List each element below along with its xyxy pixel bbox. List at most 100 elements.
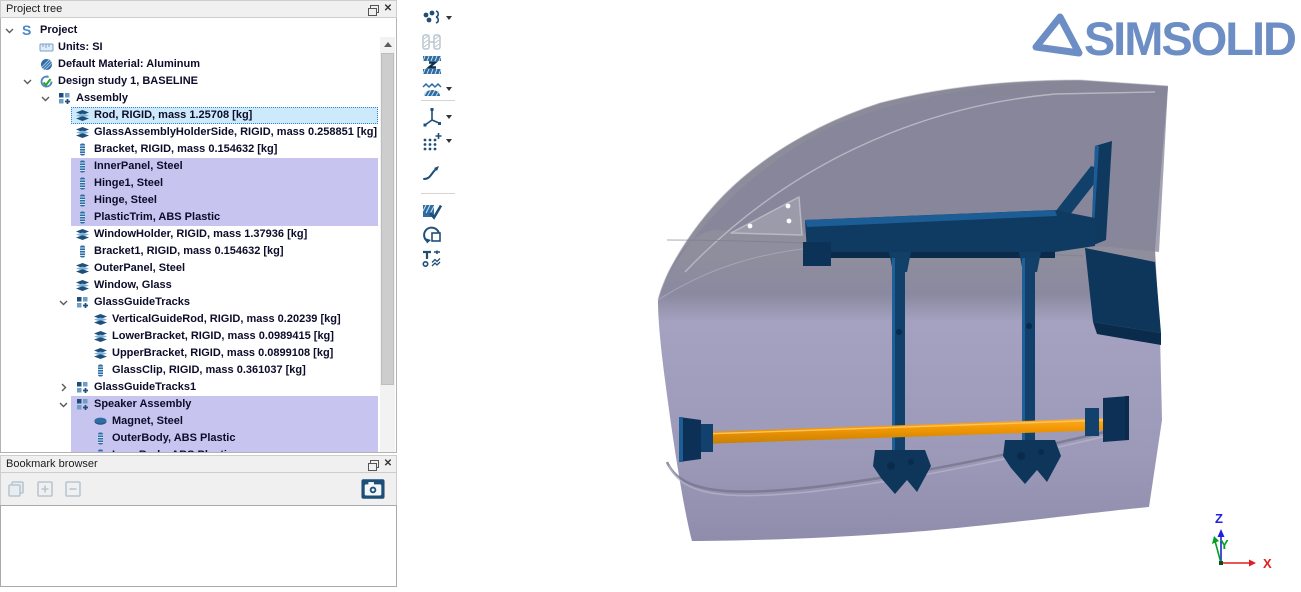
bookmark-browser-title: Bookmark browser: [1, 458, 364, 470]
tree-item-label: PlasticTrim, ABS Plastic: [94, 209, 220, 226]
remote-points-button[interactable]: [421, 105, 457, 129]
z-axis-arrow: [1218, 529, 1225, 537]
close-icon: ✕: [384, 4, 392, 14]
tree-item[interactable]: Assembly: [1, 90, 380, 107]
project-tree-float-button[interactable]: [364, 2, 380, 16]
part-bar-icon: [75, 210, 90, 225]
spline-curve-button[interactable]: [421, 161, 457, 185]
tree-item[interactable]: Design study 1, BASELINE: [1, 73, 380, 90]
part-bar-icon: [93, 448, 108, 453]
window-holder-rail: [803, 210, 1095, 266]
rotate-body-button[interactable]: [421, 223, 457, 247]
tree-item[interactable]: GlassAssemblyHolderSide, RIGID, mass 0.2…: [1, 124, 380, 141]
tree-item[interactable]: OuterBody, ABS Plastic: [1, 430, 380, 447]
dropdown-arrow-icon[interactable]: [446, 87, 452, 91]
svg-text:S: S: [22, 23, 31, 38]
tree-item[interactable]: PlasticTrim, ABS Plastic: [1, 209, 380, 226]
tree-item[interactable]: LowerBracket, RIGID, mass 0.0989415 [kg]: [1, 328, 380, 345]
float-icon: [368, 5, 377, 14]
tree-item[interactable]: GlassGuideTracks1: [1, 379, 380, 396]
project-tree-title: Project tree: [1, 3, 364, 15]
project-tree-close-button[interactable]: ✕: [380, 2, 396, 16]
tree-item-label: Bracket1, RIGID, mass 0.154632 [kg]: [94, 243, 284, 260]
part-bar-icon: [75, 193, 90, 208]
tree-item[interactable]: WindowHolder, RIGID, mass 1.37936 [kg]: [1, 226, 380, 243]
part-bar-icon: [75, 159, 90, 174]
paired-connections-button: [421, 30, 457, 54]
tree-item-label: Rod, RIGID, mass 1.25708 [kg]: [94, 107, 252, 124]
tree-item[interactable]: SProject: [1, 22, 380, 39]
material-icon: [39, 57, 54, 72]
tree-item[interactable]: Hinge1, Steel: [1, 175, 380, 192]
capture-bookmark-camera-button[interactable]: [361, 477, 385, 501]
chevron-down-icon[interactable]: [59, 400, 68, 409]
tree-item-label: LowerBracket, RIGID, mass 0.0989415 [kg]: [112, 328, 334, 345]
fastener-settings-button[interactable]: [421, 246, 457, 270]
tree-item-label: Magnet, Steel: [112, 413, 183, 430]
chevron-down-icon[interactable]: [59, 298, 68, 307]
part-layers-icon: [75, 108, 90, 123]
close-icon: ✕: [384, 459, 392, 469]
simsolid-logo-text: SIMSOLID: [1084, 15, 1295, 62]
tree-item-label: UpperBracket, RIGID, mass 0.0899108 [kg]: [112, 345, 333, 362]
coordinate-triad: X Z Y: [1203, 507, 1283, 579]
tree-item[interactable]: Speaker Assembly: [1, 396, 380, 413]
chevron-down-icon[interactable]: [41, 94, 50, 103]
scrollbar-thumb[interactable]: [381, 53, 394, 385]
part-bar-icon: [93, 431, 108, 446]
duplicate-bookmark-button: [5, 477, 29, 501]
tree-item[interactable]: OuterPanel, Steel: [1, 260, 380, 277]
seam-weld-button[interactable]: [421, 77, 457, 101]
bookmark-browser-titlebar: Bookmark browser ✕: [0, 455, 397, 473]
tree-item-label: Assembly: [76, 90, 128, 107]
point-grid-button[interactable]: [421, 129, 457, 153]
dropdown-arrow-icon[interactable]: [446, 16, 452, 20]
dropdown-arrow-icon[interactable]: [446, 115, 452, 119]
toolbar-separator: [421, 193, 455, 194]
tree-item-label: Speaker Assembly: [94, 396, 191, 413]
tree-item[interactable]: Bracket, RIGID, mass 0.154632 [kg]: [1, 141, 380, 158]
assembly-icon: [75, 295, 90, 310]
project-tree-scrollbar[interactable]: [380, 37, 395, 453]
tree-item[interactable]: Magnet, Steel: [1, 413, 380, 430]
tree-item-label: GlassGuideTracks1: [94, 379, 196, 396]
bookmark-list[interactable]: [0, 505, 397, 587]
bolt-nut-connection-button[interactable]: [421, 53, 457, 77]
part-layers-icon: [75, 278, 90, 293]
row-highlight: [71, 39, 378, 56]
assembly-icon: [57, 91, 72, 106]
tree-item-label: Hinge, Steel: [94, 192, 157, 209]
tree-item[interactable]: VerticalGuideRod, RIGID, mass 0.20239 [k…: [1, 311, 380, 328]
y-axis-label: Y: [1220, 537, 1229, 552]
tree-item-label: GlassAssemblyHolderSide, RIGID, mass 0.2…: [94, 124, 377, 141]
chevron-right-icon[interactable]: [59, 383, 68, 392]
part-bar-icon: [75, 176, 90, 191]
spot-connections-button[interactable]: [421, 6, 457, 30]
tree-item[interactable]: UpperBracket, RIGID, mass 0.0899108 [kg]: [1, 345, 380, 362]
dropdown-arrow-icon[interactable]: [446, 139, 452, 143]
tree-item[interactable]: Rod, RIGID, mass 1.25708 [kg]: [1, 107, 380, 124]
row-highlight: [71, 22, 378, 39]
tree-item[interactable]: GlassClip, RIGID, mass 0.361037 [kg]: [1, 362, 380, 379]
bookmark-browser-float-button[interactable]: [364, 457, 380, 471]
scroll-up-icon[interactable]: [380, 37, 395, 51]
tree-item[interactable]: Hinge, Steel: [1, 192, 380, 209]
chevron-down-icon[interactable]: [5, 26, 14, 35]
chevron-down-icon[interactable]: [23, 77, 32, 86]
tree-item[interactable]: GlassGuideTracks: [1, 294, 380, 311]
bookmark-browser-close-button[interactable]: ✕: [380, 457, 396, 471]
tree-item[interactable]: Units: SI: [1, 39, 380, 56]
tree-item-label: GlassClip, RIGID, mass 0.361037 [kg]: [112, 362, 306, 379]
tree-item-label: WindowHolder, RIGID, mass 1.37936 [kg]: [94, 226, 307, 243]
tree-item[interactable]: InnerPanel, Steel: [1, 158, 380, 175]
add-bookmark-button: [33, 477, 57, 501]
simsolid-logo: SIMSOLID: [1030, 12, 1295, 64]
assembly-icon: [75, 397, 90, 412]
tree-item[interactable]: InnerBody, ABS Plastic: [1, 447, 380, 453]
tree-item[interactable]: Bracket1, RIGID, mass 0.154632 [kg]: [1, 243, 380, 260]
part-disc-icon: [93, 414, 108, 429]
tree-item[interactable]: Default Material: Aluminum: [1, 56, 380, 73]
viewport-3d[interactable]: SIMSOLID: [459, 0, 1301, 587]
tree-item[interactable]: Window, Glass: [1, 277, 380, 294]
review-connections-button[interactable]: [421, 199, 457, 223]
